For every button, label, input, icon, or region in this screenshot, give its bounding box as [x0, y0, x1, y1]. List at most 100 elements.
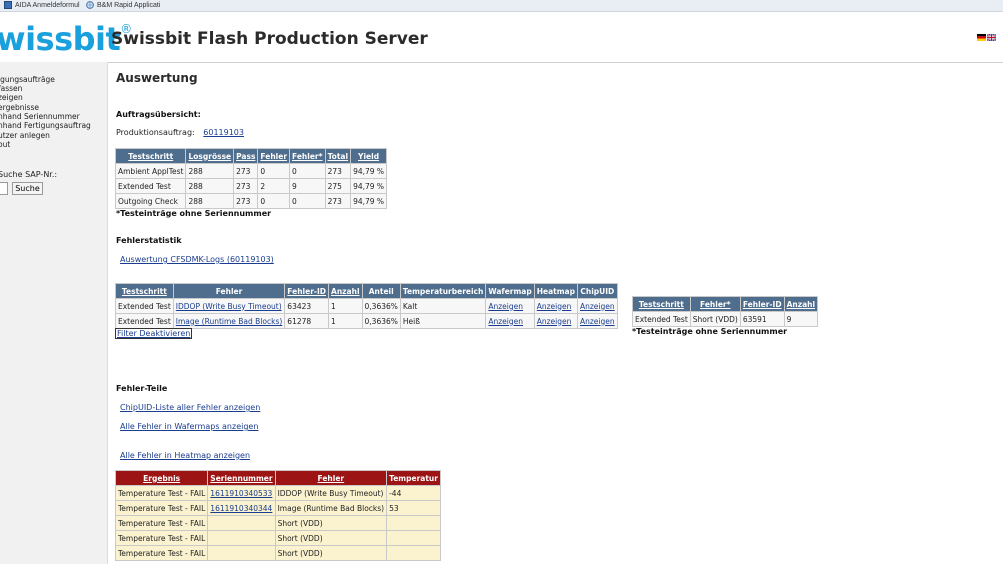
column-header: Fehler [172, 283, 286, 299]
column-header[interactable]: Fehler* [689, 296, 741, 312]
column-header[interactable]: Pass [233, 148, 259, 164]
table-row: Ambient ApplTest 288 273 0 0 273 94,79 % [114, 163, 388, 179]
table-cell: 273 [233, 193, 259, 209]
sidebar-item-logout[interactable]: out [0, 140, 10, 150]
sidebar-item-fertigungsauftrag[interactable]: nhand Fertigungsauftrag [0, 121, 91, 131]
column-header[interactable]: Fehler [257, 148, 291, 164]
table-cell: Short (VDD) [274, 515, 388, 531]
wafermap-link[interactable]: Anzeigen [488, 317, 523, 326]
table-cell: 0,3636% [361, 298, 401, 314]
table-cell: 1 [328, 313, 363, 329]
summary-footnote: *Testeinträge ohne Seriennummer [116, 209, 272, 218]
sidebar: igungsaufträge fassen zeigen ergebnisse … [0, 62, 108, 564]
table-row: Temperature Test - FAIL Short (VDD) [114, 515, 441, 531]
chipuid-link[interactable]: Anzeigen [580, 317, 615, 326]
search-button[interactable]: Suche [12, 182, 43, 195]
table-cell: 1 [328, 298, 363, 314]
bookmarks-bar: AIDA Anmeldeformul B&M Rapid Applicati [0, 0, 1003, 12]
column-header[interactable]: Ergebnis [114, 470, 209, 486]
table-cell: Temperature Test - FAIL [114, 500, 209, 516]
column-header[interactable]: Total [324, 148, 352, 164]
german-flag-icon[interactable] [977, 34, 986, 41]
table-cell [207, 545, 276, 561]
wafermap-link[interactable]: Anzeigen [488, 302, 523, 311]
table-cell: 288 [185, 163, 235, 179]
untracked-footnote: *Testeinträge ohne Seriennummer [632, 327, 788, 336]
column-header[interactable]: Testschritt [114, 148, 187, 164]
page-title: Auswertung [116, 71, 198, 85]
error-link[interactable]: IDDOP (Write Busy Timeout) [176, 302, 282, 311]
column-header: Anteil [361, 283, 401, 299]
bookmark-aida[interactable]: AIDA Anmeldeformul [4, 1, 80, 9]
table-cell [386, 515, 441, 531]
table-cell: 63423 [284, 298, 330, 314]
table-cell-link: Anzeigen [576, 298, 618, 314]
untracked-errors-table: Testschritt Fehler* Fehler-ID Anzahl Ext… [632, 296, 819, 327]
summary-heading: Auftragsübersicht: [116, 110, 201, 119]
wafermaps-link[interactable]: Alle Fehler in Wafermaps anzeigen [120, 422, 258, 431]
table-cell: 288 [185, 193, 235, 209]
table-cell: Extended Test [115, 298, 174, 314]
column-header[interactable]: Testschritt [632, 296, 691, 312]
table-cell: Short (VDD) [689, 311, 741, 327]
order-label: Produktionsauftrag: 60119103 [116, 128, 244, 137]
table-cell-link: Image (Runtime Bad Blocks) [172, 313, 286, 329]
table-cell: Temperature Test - FAIL [114, 530, 209, 546]
table-header-row: Testschritt Losgrösse Pass Fehler Fehler… [114, 148, 388, 164]
error-link[interactable]: Image (Runtime Bad Blocks) [176, 317, 283, 326]
table-cell: 9 [783, 311, 819, 327]
column-header[interactable]: Fehler [274, 470, 388, 486]
column-header[interactable]: Fehler-ID [739, 296, 785, 312]
heatmap-all-link[interactable]: Alle Fehler in Heatmap anzeigen [120, 451, 250, 460]
column-header[interactable]: Seriennummer [207, 470, 276, 486]
column-header[interactable]: Yield [350, 148, 388, 164]
table-cell: Outgoing Check [114, 193, 187, 209]
table-cell: 94,79 % [350, 163, 388, 179]
chipuid-list-link[interactable]: ChipUID-Liste aller Fehler anzeigen [120, 403, 260, 412]
table-cell: 0 [257, 163, 291, 179]
uk-flag-icon[interactable] [986, 33, 997, 42]
column-header: Temperaturbereich [399, 283, 487, 299]
column-header: Wafermap [485, 283, 535, 299]
table-cell: 288 [185, 178, 235, 194]
column-header[interactable]: Fehler-ID [284, 283, 330, 299]
serial-number-link[interactable]: 1611910340533 [210, 489, 272, 498]
table-cell: 94,79 % [350, 178, 388, 194]
table-row: Temperature Test - FAIL Short (VDD) [114, 545, 441, 561]
bookmark-bm-rapid[interactable]: B&M Rapid Applicati [86, 1, 160, 9]
cfsdmk-logs-link[interactable]: Auswertung CFSDMK-Logs (60119103) [120, 255, 274, 264]
column-header[interactable]: Fehler* [289, 148, 326, 164]
table-cell-link: Anzeigen [485, 298, 535, 314]
serial-number-link[interactable]: 1611910340344 [210, 504, 272, 513]
table-header-row: Testschritt Fehler Fehler-ID Anzahl Ante… [115, 283, 618, 299]
sap-search-input[interactable] [0, 182, 8, 195]
table-cell: 0 [257, 193, 291, 209]
chipuid-link[interactable]: Anzeigen [580, 302, 615, 311]
sidebar-item-anzeigen[interactable]: zeigen [0, 93, 23, 103]
heatmap-link[interactable]: Anzeigen [537, 302, 572, 311]
table-cell [386, 545, 441, 561]
table-cell-link: Anzeigen [533, 298, 578, 314]
parts-heading: Fehler-Teile [116, 384, 168, 393]
table-row: Extended Test Image (Runtime Bad Blocks)… [115, 313, 618, 329]
column-header[interactable]: Testschritt [115, 283, 174, 299]
table-cell: Image (Runtime Bad Blocks) [274, 500, 388, 516]
table-header-row: Testschritt Fehler* Fehler-ID Anzahl [632, 296, 819, 312]
bookmark-label: B&M Rapid Applicati [97, 1, 161, 9]
table-cell: 273 [233, 178, 259, 194]
column-header[interactable]: Anzahl [328, 283, 363, 299]
heatmap-link[interactable]: Anzeigen [537, 317, 572, 326]
column-header[interactable]: Losgrösse [185, 148, 235, 164]
table-cell: IDDOP (Write Busy Timeout) [274, 485, 388, 501]
filter-deactivate-button[interactable]: Filter Deaktivieren [115, 328, 193, 339]
column-header[interactable]: Anzahl [783, 296, 819, 312]
order-number-link[interactable]: 60119103 [203, 128, 244, 137]
table-cell: -44 [386, 485, 441, 501]
table-cell: 2 [257, 178, 291, 194]
table-row: Extended Test 288 273 2 9 275 94,79 % [114, 178, 388, 194]
error-stats-table: Testschritt Fehler Fehler-ID Anzahl Ante… [115, 283, 618, 329]
table-cell: Temperature Test - FAIL [114, 515, 209, 531]
table-cell-link: Anzeigen [533, 313, 578, 329]
table-cell: 273 [324, 163, 352, 179]
table-header-row: Ergebnis Seriennummer Fehler Temperatur [114, 470, 441, 486]
